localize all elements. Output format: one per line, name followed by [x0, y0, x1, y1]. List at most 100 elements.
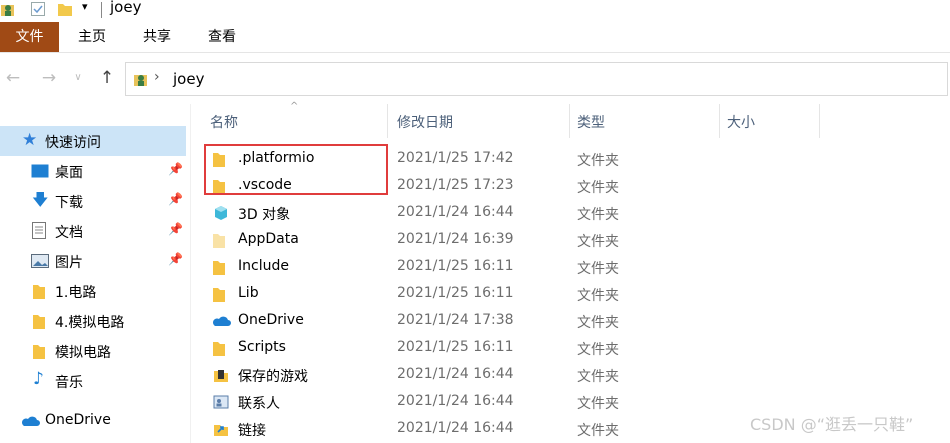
- pin-icon[interactable]: 📌: [168, 222, 183, 236]
- pin-icon[interactable]: 📌: [168, 162, 183, 176]
- new-folder-icon[interactable]: [57, 1, 73, 17]
- column-divider[interactable]: [719, 104, 720, 138]
- breadcrumb-chevron-icon[interactable]: ›: [154, 69, 160, 85]
- file-name: 保存的游戏: [238, 369, 308, 385]
- navigation-pane: ★ 快速访问 桌面 📌 🡇 下载 📌 文档 📌 图片 📌 1.电路 4.模拟电路…: [0, 120, 190, 443]
- file-type: 文件夹: [577, 180, 619, 196]
- picture-icon: [31, 254, 49, 268]
- file-date: 2021/1/24 17:38: [397, 312, 514, 328]
- sidebar-item-label: 音乐: [55, 375, 83, 391]
- file-row-lib[interactable]: Lib 2021/1/25 16:11 文件夹: [200, 281, 910, 308]
- folder-icon: [33, 345, 45, 359]
- file-type: 文件夹: [577, 396, 619, 412]
- up-arrow-icon[interactable]: ↑: [97, 68, 117, 88]
- file-row-appdata[interactable]: AppData 2021/1/24 16:39 文件夹: [200, 227, 910, 254]
- pane-divider[interactable]: [190, 104, 191, 443]
- file-type: 文件夹: [577, 234, 619, 250]
- file-type: 文件夹: [577, 423, 619, 439]
- column-type[interactable]: 类型: [577, 112, 605, 132]
- file-type: 文件夹: [577, 315, 619, 331]
- sidebar-item-quick-access[interactable]: ★ 快速访问: [0, 126, 186, 156]
- file-name: Scripts: [238, 339, 286, 355]
- file-date: 2021/1/24 16:44: [397, 366, 514, 382]
- sidebar-item-analog-circuit[interactable]: 模拟电路: [0, 336, 186, 366]
- pin-icon[interactable]: 📌: [168, 252, 183, 266]
- sidebar-item-onedrive[interactable]: OneDrive: [0, 406, 186, 436]
- folder-icon: [33, 285, 45, 299]
- file-date: 2021/1/24 16:44: [397, 393, 514, 409]
- watermark: CSDN @“逛丢一只鞋”: [750, 415, 914, 434]
- sidebar-item-downloads[interactable]: 🡇 下载 📌: [0, 186, 186, 216]
- column-modified[interactable]: 修改日期: [397, 112, 453, 132]
- file-date: 2021/1/25 16:11: [397, 258, 514, 274]
- file-type: 文件夹: [577, 153, 619, 169]
- recent-locations-icon[interactable]: ∨: [68, 68, 88, 88]
- file-date: 2021/1/25 17:42: [397, 150, 514, 166]
- folder-icon: [213, 261, 225, 275]
- file-row-scripts[interactable]: Scripts 2021/1/25 16:11 文件夹: [200, 335, 910, 362]
- address-bar[interactable]: › joey: [125, 62, 948, 96]
- tab-view[interactable]: 查看: [192, 22, 252, 52]
- file-type: 文件夹: [577, 288, 619, 304]
- back-arrow-icon[interactable]: ←: [3, 68, 23, 88]
- sidebar-item-label: 桌面: [55, 165, 83, 181]
- links-icon: [214, 425, 228, 436]
- column-divider[interactable]: [569, 104, 570, 138]
- sidebar-item-label: 快速访问: [45, 135, 101, 151]
- sidebar-item-music[interactable]: ♪ 音乐: [0, 366, 186, 396]
- file-row-onedrive[interactable]: OneDrive 2021/1/24 17:38 文件夹: [200, 308, 910, 335]
- column-divider[interactable]: [387, 104, 388, 138]
- folder-icon: [213, 342, 225, 356]
- star-icon: ★: [22, 130, 38, 150]
- column-divider[interactable]: [819, 104, 820, 138]
- desktop-icon: [31, 164, 49, 178]
- file-row-include[interactable]: Include 2021/1/25 16:11 文件夹: [200, 254, 910, 281]
- onedrive-icon: [212, 316, 231, 326]
- user-folder-icon[interactable]: [0, 1, 16, 17]
- file-type: 文件夹: [577, 369, 619, 385]
- ribbon-tabs: 文件 主页 共享 查看: [0, 22, 950, 53]
- document-icon: [32, 222, 46, 239]
- title-separator: [101, 2, 102, 18]
- tab-file[interactable]: 文件: [0, 22, 59, 52]
- sidebar-item-documents[interactable]: 文档 📌: [0, 216, 186, 246]
- 3d-objects-icon: [215, 206, 227, 220]
- forward-arrow-icon[interactable]: →: [39, 68, 59, 88]
- sidebar-item-4-analog-circuit[interactable]: 4.模拟电路: [0, 306, 186, 336]
- column-name[interactable]: 名称: [210, 112, 238, 132]
- file-date: 2021/1/25 17:23: [397, 177, 514, 193]
- tab-share[interactable]: 共享: [127, 22, 187, 52]
- column-size[interactable]: 大小: [727, 112, 755, 132]
- sidebar-item-label: 4.模拟电路: [55, 315, 125, 331]
- cloud-icon: [21, 416, 40, 426]
- user-folder-icon: [134, 75, 147, 86]
- breadcrumb-joey[interactable]: joey: [173, 70, 204, 88]
- quick-access-dropdown-icon[interactable]: ▾: [82, 0, 88, 13]
- folder-icon: [33, 315, 45, 329]
- file-row-3d-objects[interactable]: 3D 对象 2021/1/24 16:44 文件夹: [200, 200, 910, 227]
- sidebar-item-label: 1.电路: [55, 285, 97, 301]
- file-row-saved-games[interactable]: 保存的游戏 2021/1/24 16:44 文件夹: [200, 362, 910, 389]
- file-name: Lib: [238, 285, 259, 301]
- pin-icon[interactable]: 📌: [168, 192, 183, 206]
- title-bar: ▾ joey: [0, 0, 950, 20]
- file-name: OneDrive: [238, 312, 304, 328]
- file-name: 联系人: [238, 396, 280, 412]
- sidebar-item-label: 文档: [55, 225, 83, 241]
- sidebar-item-1-circuit[interactable]: 1.电路: [0, 276, 186, 306]
- file-name: 链接: [238, 423, 266, 439]
- sidebar-item-label: 图片: [55, 255, 83, 271]
- saved-games-icon: [214, 370, 228, 382]
- file-type: 文件夹: [577, 207, 619, 223]
- file-name: 3D 对象: [238, 207, 291, 223]
- file-date: 2021/1/25 16:11: [397, 285, 514, 301]
- tab-home[interactable]: 主页: [62, 22, 122, 52]
- folder-icon: [213, 288, 225, 302]
- properties-checkbox-icon[interactable]: [30, 1, 46, 17]
- sidebar-item-desktop[interactable]: 桌面 📌: [0, 156, 186, 186]
- sidebar-item-label: 下载: [55, 195, 83, 211]
- sort-ascending-icon: ^: [290, 101, 299, 112]
- file-type: 文件夹: [577, 261, 619, 277]
- music-icon: ♪: [33, 369, 44, 389]
- sidebar-item-pictures[interactable]: 图片 📌: [0, 246, 186, 276]
